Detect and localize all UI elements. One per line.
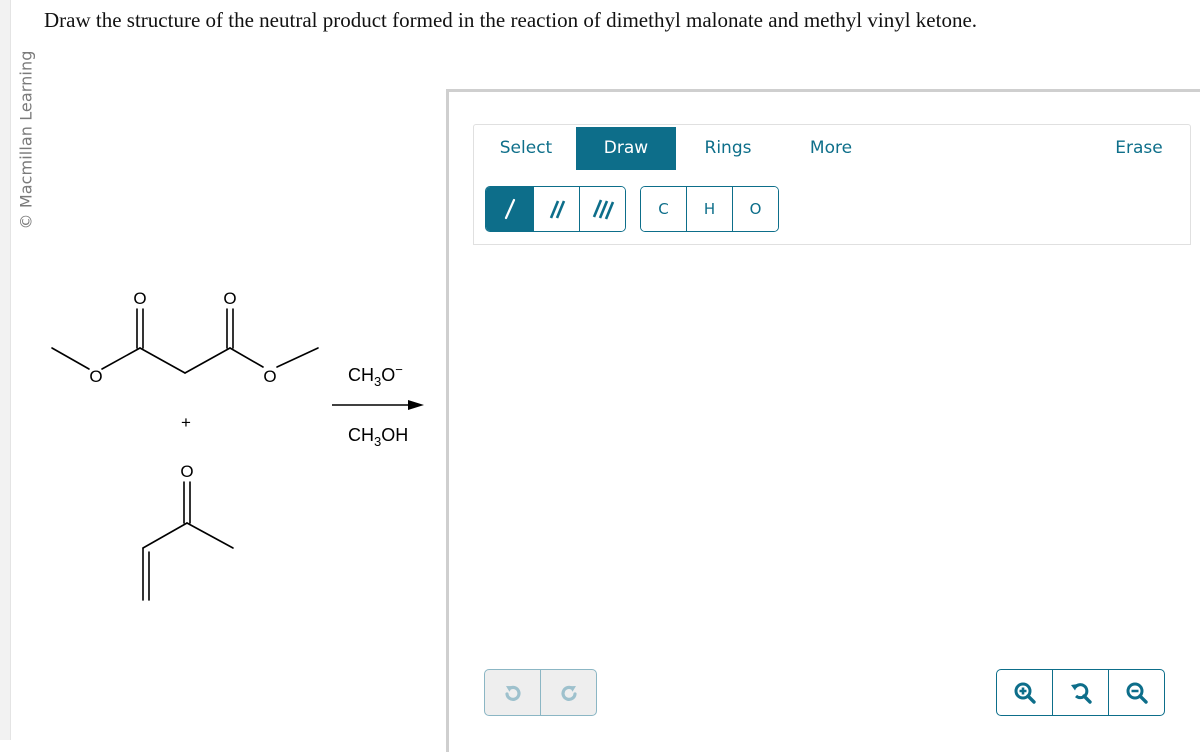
atom-tool-group: C H O xyxy=(640,186,779,232)
undo-icon xyxy=(504,685,521,701)
triple-bond-icon xyxy=(592,199,614,220)
bond-tool-group xyxy=(485,186,626,232)
bond-c2-o-right xyxy=(229,347,264,368)
view-controls-group xyxy=(996,669,1165,716)
plus-sign: + xyxy=(181,413,191,432)
redo-button[interactable] xyxy=(541,670,596,715)
dimethyl-malonate-structure xyxy=(51,308,319,374)
zoom-in-icon xyxy=(1014,682,1036,704)
atom-o-carbonyl-left: O xyxy=(133,289,146,308)
atom-h-button[interactable]: H xyxy=(687,187,733,231)
tab-select[interactable]: Select xyxy=(476,127,576,170)
atom-c-button[interactable]: C xyxy=(641,187,687,231)
atom-o-button[interactable]: O xyxy=(733,187,778,231)
atom-o-carbonyl-right: O xyxy=(223,289,236,308)
double-bond-button[interactable] xyxy=(534,187,580,231)
single-bond-button[interactable] xyxy=(486,187,534,231)
redo-icon xyxy=(560,685,577,701)
tab-draw[interactable]: Draw xyxy=(576,127,676,170)
tab-erase[interactable]: Erase xyxy=(1094,127,1184,170)
atom-o-ester-left: O xyxy=(89,367,102,386)
bond-c-vinyl xyxy=(142,522,188,549)
reaction-scheme: O O O O + O CH3O− CH3OH xyxy=(51,289,424,601)
tab-more[interactable]: More xyxy=(779,127,883,170)
methyl-vinyl-ketone-structure xyxy=(142,481,234,601)
zoom-in-button[interactable] xyxy=(997,670,1053,715)
editor-tab-bar: Select Draw Rings More Erase xyxy=(473,124,1191,173)
tab-rings[interactable]: Rings xyxy=(677,127,779,170)
bond-c1-ch2 xyxy=(139,347,186,374)
tool-row: C H O xyxy=(473,172,1191,245)
reaction-arrow xyxy=(332,400,424,410)
zoom-out-icon xyxy=(1126,682,1148,704)
reagent-methanol: CH3OH xyxy=(348,425,408,449)
history-group xyxy=(484,669,597,716)
bond-o-c1 xyxy=(101,347,141,370)
bond-c-methyl xyxy=(186,522,234,549)
atom-o-ester-right: O xyxy=(263,367,276,386)
triple-bond-button[interactable] xyxy=(580,187,625,231)
undo-button[interactable] xyxy=(485,670,541,715)
single-bond-icon xyxy=(504,198,515,220)
zoom-out-button[interactable] xyxy=(1109,670,1164,715)
reset-zoom-button[interactable] xyxy=(1053,670,1109,715)
bond-o-methyl-right xyxy=(276,347,319,368)
atom-o-ketone: O xyxy=(180,462,193,481)
reset-zoom-icon xyxy=(1070,682,1092,704)
reagent-methoxide: CH3O− xyxy=(348,362,403,389)
bond-ch2-c2 xyxy=(184,347,231,374)
bond-methyl-o-left xyxy=(51,347,90,370)
double-bond-icon xyxy=(549,200,565,219)
